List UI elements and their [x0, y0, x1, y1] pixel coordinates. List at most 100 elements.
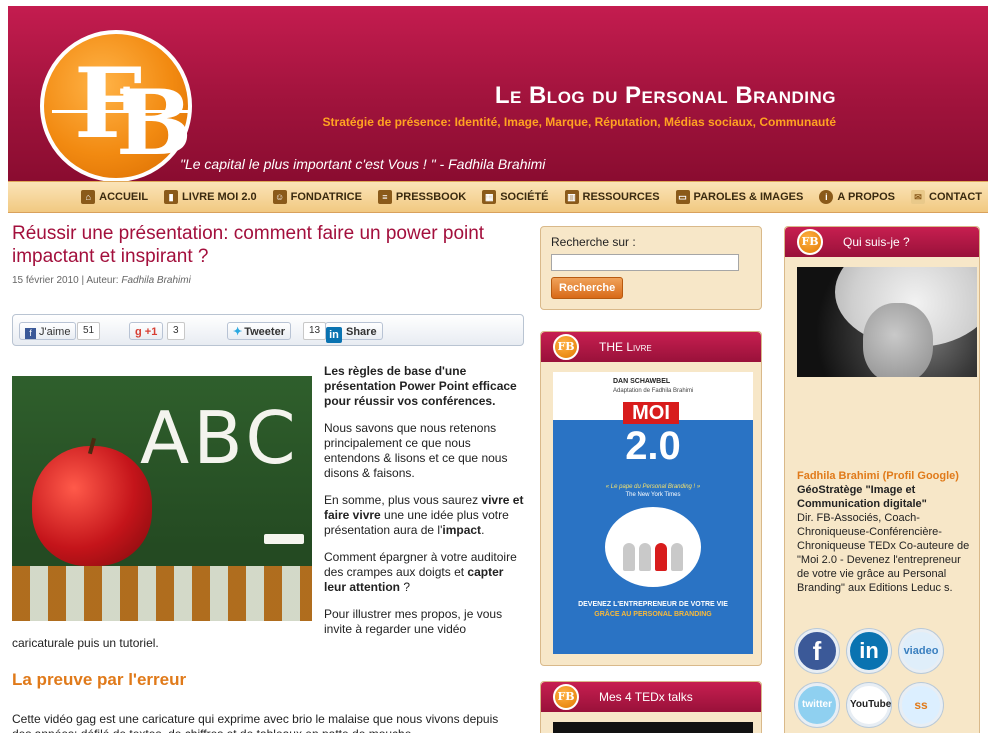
- twitter-icon[interactable]: twitter: [795, 683, 839, 727]
- book-cover[interactable]: DAN SCHAWBEL Adaptation de Fadhila Brahi…: [553, 372, 753, 654]
- p3-text-c: ?: [400, 580, 411, 594]
- google-plus-button[interactable]: g +1: [129, 322, 164, 340]
- site-header: F B Le Blog du Personal Branding Stratég…: [8, 6, 988, 181]
- author-description: Dir. FB-Associés, Coach-Chroniqueuse-Con…: [797, 512, 970, 594]
- facebook-like-button[interactable]: f J'aime: [19, 322, 77, 340]
- nav-label: RESSOURCES: [582, 191, 660, 203]
- search-button[interactable]: Recherche: [551, 277, 624, 299]
- book-tagline: « Le pape du Personal Branding ! »: [605, 484, 701, 490]
- tedx-widget-header: FB Mes 4 TEDx talks: [541, 682, 761, 712]
- chalkboard-image: ABC: [12, 376, 312, 621]
- linkedin-share-label: Share: [346, 326, 377, 338]
- home-icon: ⌂: [81, 190, 96, 204]
- figure-icon: [623, 543, 635, 571]
- nav-item-paroles[interactable]: ▭ PAROLES & IMAGES: [675, 190, 803, 204]
- nav-item-contact[interactable]: ✉ CONTACT: [911, 190, 982, 204]
- book-widget-header: FB THE Livre: [541, 332, 761, 362]
- author-profile-link[interactable]: Fadhila Brahimi (Profil Google): [797, 470, 959, 482]
- facebook-like-label: J'aime: [39, 326, 71, 338]
- nav-label: LIVRE MOI 2.0: [182, 191, 257, 203]
- about-widget-header: FB Qui suis-je ?: [785, 227, 979, 257]
- facebook-icon[interactable]: f: [795, 629, 839, 673]
- figure-icon: [671, 543, 683, 571]
- youtube-label: YouTube: [850, 699, 892, 710]
- post-intro: Les règles de base d'une présentation Po…: [324, 364, 524, 409]
- nav-label: FONDATRICE: [290, 191, 362, 203]
- post-meta: 15 février 2010 | Auteur: Fadhila Brahim…: [12, 275, 524, 286]
- twitter-label: twitter: [802, 699, 832, 710]
- post-meta-separator: | Auteur:: [78, 275, 122, 286]
- section-heading: La preuve par l'erreur: [12, 670, 187, 689]
- book-source: The New York Times: [625, 492, 681, 498]
- nav-item-livre[interactable]: ▮ LIVRE MOI 2.0: [164, 190, 257, 204]
- post-paragraph-5: Cette vidéo gag est une caricature qui e…: [12, 712, 499, 733]
- page-frame: F B Le Blog du Personal Branding Stratég…: [8, 6, 988, 733]
- fb-mini-logo: FB: [797, 229, 823, 255]
- post-body-column: Les règles de base d'une présentation Po…: [324, 364, 524, 649]
- person-icon: ☺: [272, 190, 287, 204]
- tweet-count: 13: [303, 322, 327, 340]
- chalkboard-ledge: [12, 566, 312, 621]
- google-plus-icon: g: [135, 326, 145, 338]
- linkedin-icon: in: [326, 327, 342, 343]
- about-text: Fadhila Brahimi (Profil Google) GéoStrat…: [797, 469, 973, 595]
- fb-mini-logo: FB: [553, 684, 579, 710]
- facebook-label: f: [812, 636, 822, 666]
- tweet-label: Tweeter: [244, 326, 285, 338]
- p2-text-e: .: [481, 523, 485, 537]
- slideshare-label: ss: [914, 698, 928, 712]
- nav-item-accueil[interactable]: ⌂ ACCUEIL: [81, 190, 148, 204]
- post-paragraph-2: En somme, plus vous saurez vivre et fair…: [324, 493, 524, 538]
- book-author: DAN SCHAWBEL: [613, 378, 671, 385]
- tedx-video-player[interactable]: [553, 722, 753, 733]
- main-content: Réussir une présentation: comment faire …: [12, 222, 524, 733]
- book-widget: FB THE Livre DAN SCHAWBEL Adaptation de …: [540, 331, 762, 666]
- linkedin-share-button[interactable]: in Share: [325, 322, 383, 343]
- figure-icon: [639, 543, 651, 571]
- viadeo-label: viadeo: [903, 645, 939, 657]
- share-bar: f J'aime 51 g +1 3 ✦ Tweeter 13 in Share: [12, 314, 524, 346]
- linkedin-icon[interactable]: in: [847, 629, 891, 673]
- facebook-like-count: 51: [77, 322, 101, 340]
- building-icon: ▦: [482, 190, 497, 204]
- viadeo-icon[interactable]: viadeo: [899, 629, 943, 673]
- book-title-version: 2.0: [625, 424, 681, 468]
- search-label: Recherche sur :: [551, 235, 636, 249]
- tedx-widget-title: Mes 4 TEDx talks: [599, 690, 693, 704]
- site-subtitle: Stratégie de présence: Identité, Image, …: [322, 115, 836, 129]
- middle-sidebar: Recherche sur : Recherche FB THE Livre D…: [540, 226, 762, 733]
- figure-icon: [655, 543, 667, 571]
- nav-label: SOCIÉTÉ: [500, 191, 549, 203]
- search-widget: Recherche sur : Recherche: [540, 226, 762, 310]
- p2-text-a: En somme, plus vous saurez: [324, 493, 482, 507]
- slideshare-icon[interactable]: ss: [899, 683, 943, 727]
- search-input[interactable]: [551, 254, 739, 271]
- video-icon: ▭: [675, 190, 690, 204]
- book-bottom-text: DEVENEZ L'ENTREPRENEUR DE VOTRE VIE GRÂC…: [553, 600, 753, 620]
- post-title[interactable]: Réussir une présentation: comment faire …: [12, 222, 524, 268]
- site-logo[interactable]: F B: [40, 30, 192, 181]
- nav-item-fondatrice[interactable]: ☺ FONDATRICE: [272, 190, 362, 204]
- tweet-button[interactable]: ✦ Tweeter: [227, 322, 291, 340]
- p2-text-bold-d: impact: [442, 523, 482, 537]
- nav-item-societe[interactable]: ▦ SOCIÉTÉ: [482, 190, 549, 204]
- newspaper-icon: ≡: [377, 190, 392, 204]
- about-widget-title: Qui suis-je ?: [843, 235, 910, 249]
- post-author[interactable]: Fadhila Brahimi: [121, 275, 190, 286]
- site-title[interactable]: Le Blog du Personal Branding: [495, 82, 836, 110]
- nav-label: ACCUEIL: [99, 191, 149, 203]
- nav-item-apropos[interactable]: iA PROPOS: [819, 190, 895, 204]
- nav-item-pressbook[interactable]: ≡ PRESSBOOK: [377, 190, 466, 204]
- post-intro-bold: Les règles de base d'une présentation Po…: [324, 364, 517, 408]
- book-title-moi: MOI: [623, 402, 679, 424]
- google-plus-label: +1: [144, 326, 158, 338]
- facebook-icon: f: [25, 328, 36, 339]
- books-icon: ▥: [564, 190, 579, 204]
- tedx-widget: FB Mes 4 TEDx talks: [540, 681, 762, 733]
- chalk-abc-text: ABC: [140, 396, 300, 480]
- linkedin-label: in: [859, 638, 879, 663]
- nav-item-ressources[interactable]: ▥ RESSOURCES: [564, 190, 660, 204]
- post-paragraph-3: Comment épargner à votre auditoire des c…: [324, 550, 524, 595]
- youtube-icon[interactable]: YouTube: [847, 683, 891, 727]
- twitter-bird-icon: ✦: [233, 326, 243, 338]
